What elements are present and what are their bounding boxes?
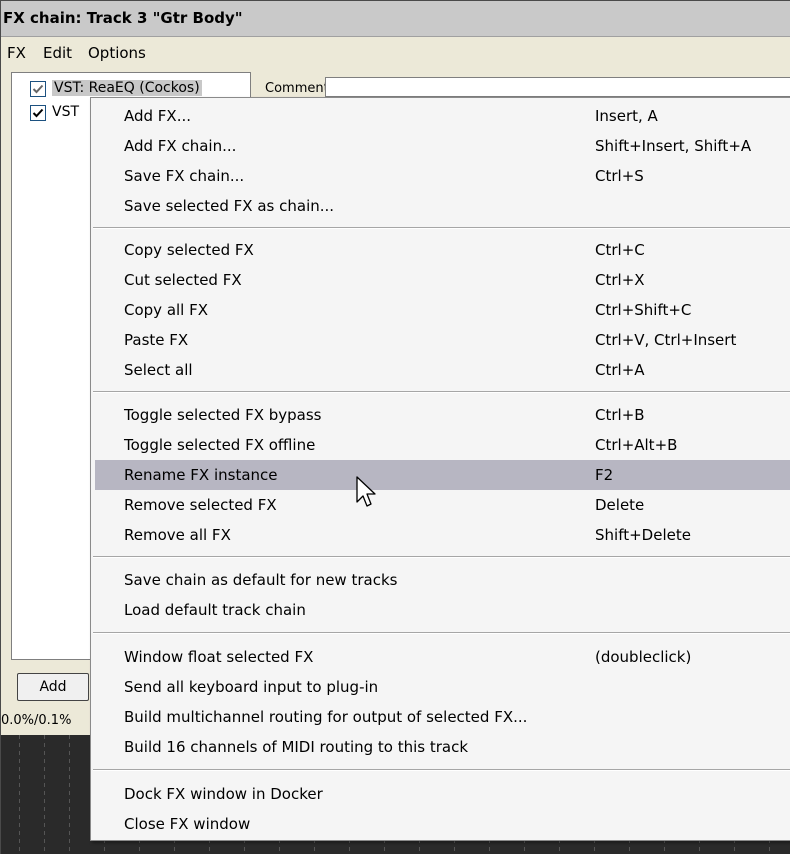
fx-list-item[interactable]: VST: ReaEQ (Cockos) [18, 79, 248, 99]
menu-bar: FX Edit Options [1, 38, 790, 68]
menu-item-save-chain-default[interactable]: Save chain as default for new tracks [95, 565, 790, 595]
menu-edit[interactable]: Edit [43, 44, 72, 62]
checkmark-icon [32, 108, 44, 118]
menu-item-window-float[interactable]: Window float selected FX (doubleclick) [95, 642, 790, 672]
comment-input[interactable] [325, 77, 790, 97]
fx-name: VST [52, 104, 80, 120]
menu-separator [93, 391, 790, 393]
fx-chain-window: FX chain: Track 3 "Gtr Body" FX Edit Opt… [0, 0, 790, 854]
menu-item-toggle-bypass[interactable]: Toggle selected FX bypass Ctrl+B [95, 400, 790, 430]
menu-item-build-midi-routing[interactable]: Build 16 channels of MIDI routing to thi… [95, 732, 790, 762]
menu-separator [93, 769, 790, 771]
menu-item-dock-fx-window[interactable]: Dock FX window in Docker [95, 779, 790, 809]
menu-item-add-fx[interactable]: Add FX... Insert, A [95, 101, 790, 131]
menu-item-copy-all-fx[interactable]: Copy all FX Ctrl+Shift+C [95, 295, 790, 325]
menu-separator [93, 556, 790, 558]
menu-item-close-fx-window[interactable]: Close FX window [95, 809, 790, 839]
menu-item-load-default-chain[interactable]: Load default track chain [95, 595, 790, 625]
menu-item-save-selected-as-chain[interactable]: Save selected FX as chain... [95, 191, 790, 221]
menu-item-send-keyboard-input[interactable]: Send all keyboard input to plug-in [95, 672, 790, 702]
menu-item-toggle-offline[interactable]: Toggle selected FX offline Ctrl+Alt+B [95, 430, 790, 460]
title-bar[interactable]: FX chain: Track 3 "Gtr Body" [1, 1, 790, 37]
fx-enabled-checkbox[interactable] [30, 105, 46, 121]
fx-enabled-checkbox[interactable] [30, 81, 46, 97]
menu-item-add-fx-chain[interactable]: Add FX chain... Shift+Insert, Shift+A [95, 131, 790, 161]
mouse-cursor-icon [356, 476, 376, 507]
menu-item-cut-selected-fx[interactable]: Cut selected FX Ctrl+X [95, 265, 790, 295]
checkmark-icon [32, 84, 44, 94]
window-title: FX chain: Track 3 "Gtr Body" [3, 9, 243, 27]
menu-item-remove-all-fx[interactable]: Remove all FX Shift+Delete [95, 520, 790, 550]
fx-context-menu: Add FX... Insert, A Add FX chain... Shif… [90, 97, 790, 841]
menu-item-select-all[interactable]: Select all Ctrl+A [95, 355, 790, 385]
menu-fx[interactable]: FX [7, 44, 26, 62]
menu-item-rename-fx-instance[interactable]: Rename FX instance F2 [95, 460, 790, 490]
comment-label: Comment: [265, 81, 334, 96]
menu-separator [93, 632, 790, 634]
menu-separator [93, 227, 790, 229]
menu-item-paste-fx[interactable]: Paste FX Ctrl+V, Ctrl+Insert [95, 325, 790, 355]
menu-item-copy-selected-fx[interactable]: Copy selected FX Ctrl+C [95, 235, 790, 265]
cpu-usage: 0.0%/0.1% [1, 713, 72, 728]
menu-item-save-fx-chain[interactable]: Save FX chain... Ctrl+S [95, 161, 790, 191]
menu-options[interactable]: Options [88, 44, 146, 62]
fx-name: VST: ReaEQ (Cockos) [52, 80, 202, 96]
add-fx-button[interactable]: Add [17, 673, 89, 701]
menu-item-remove-selected-fx[interactable]: Remove selected FX Delete [95, 490, 790, 520]
menu-item-build-multichannel-routing[interactable]: Build multichannel routing for output of… [95, 702, 790, 732]
